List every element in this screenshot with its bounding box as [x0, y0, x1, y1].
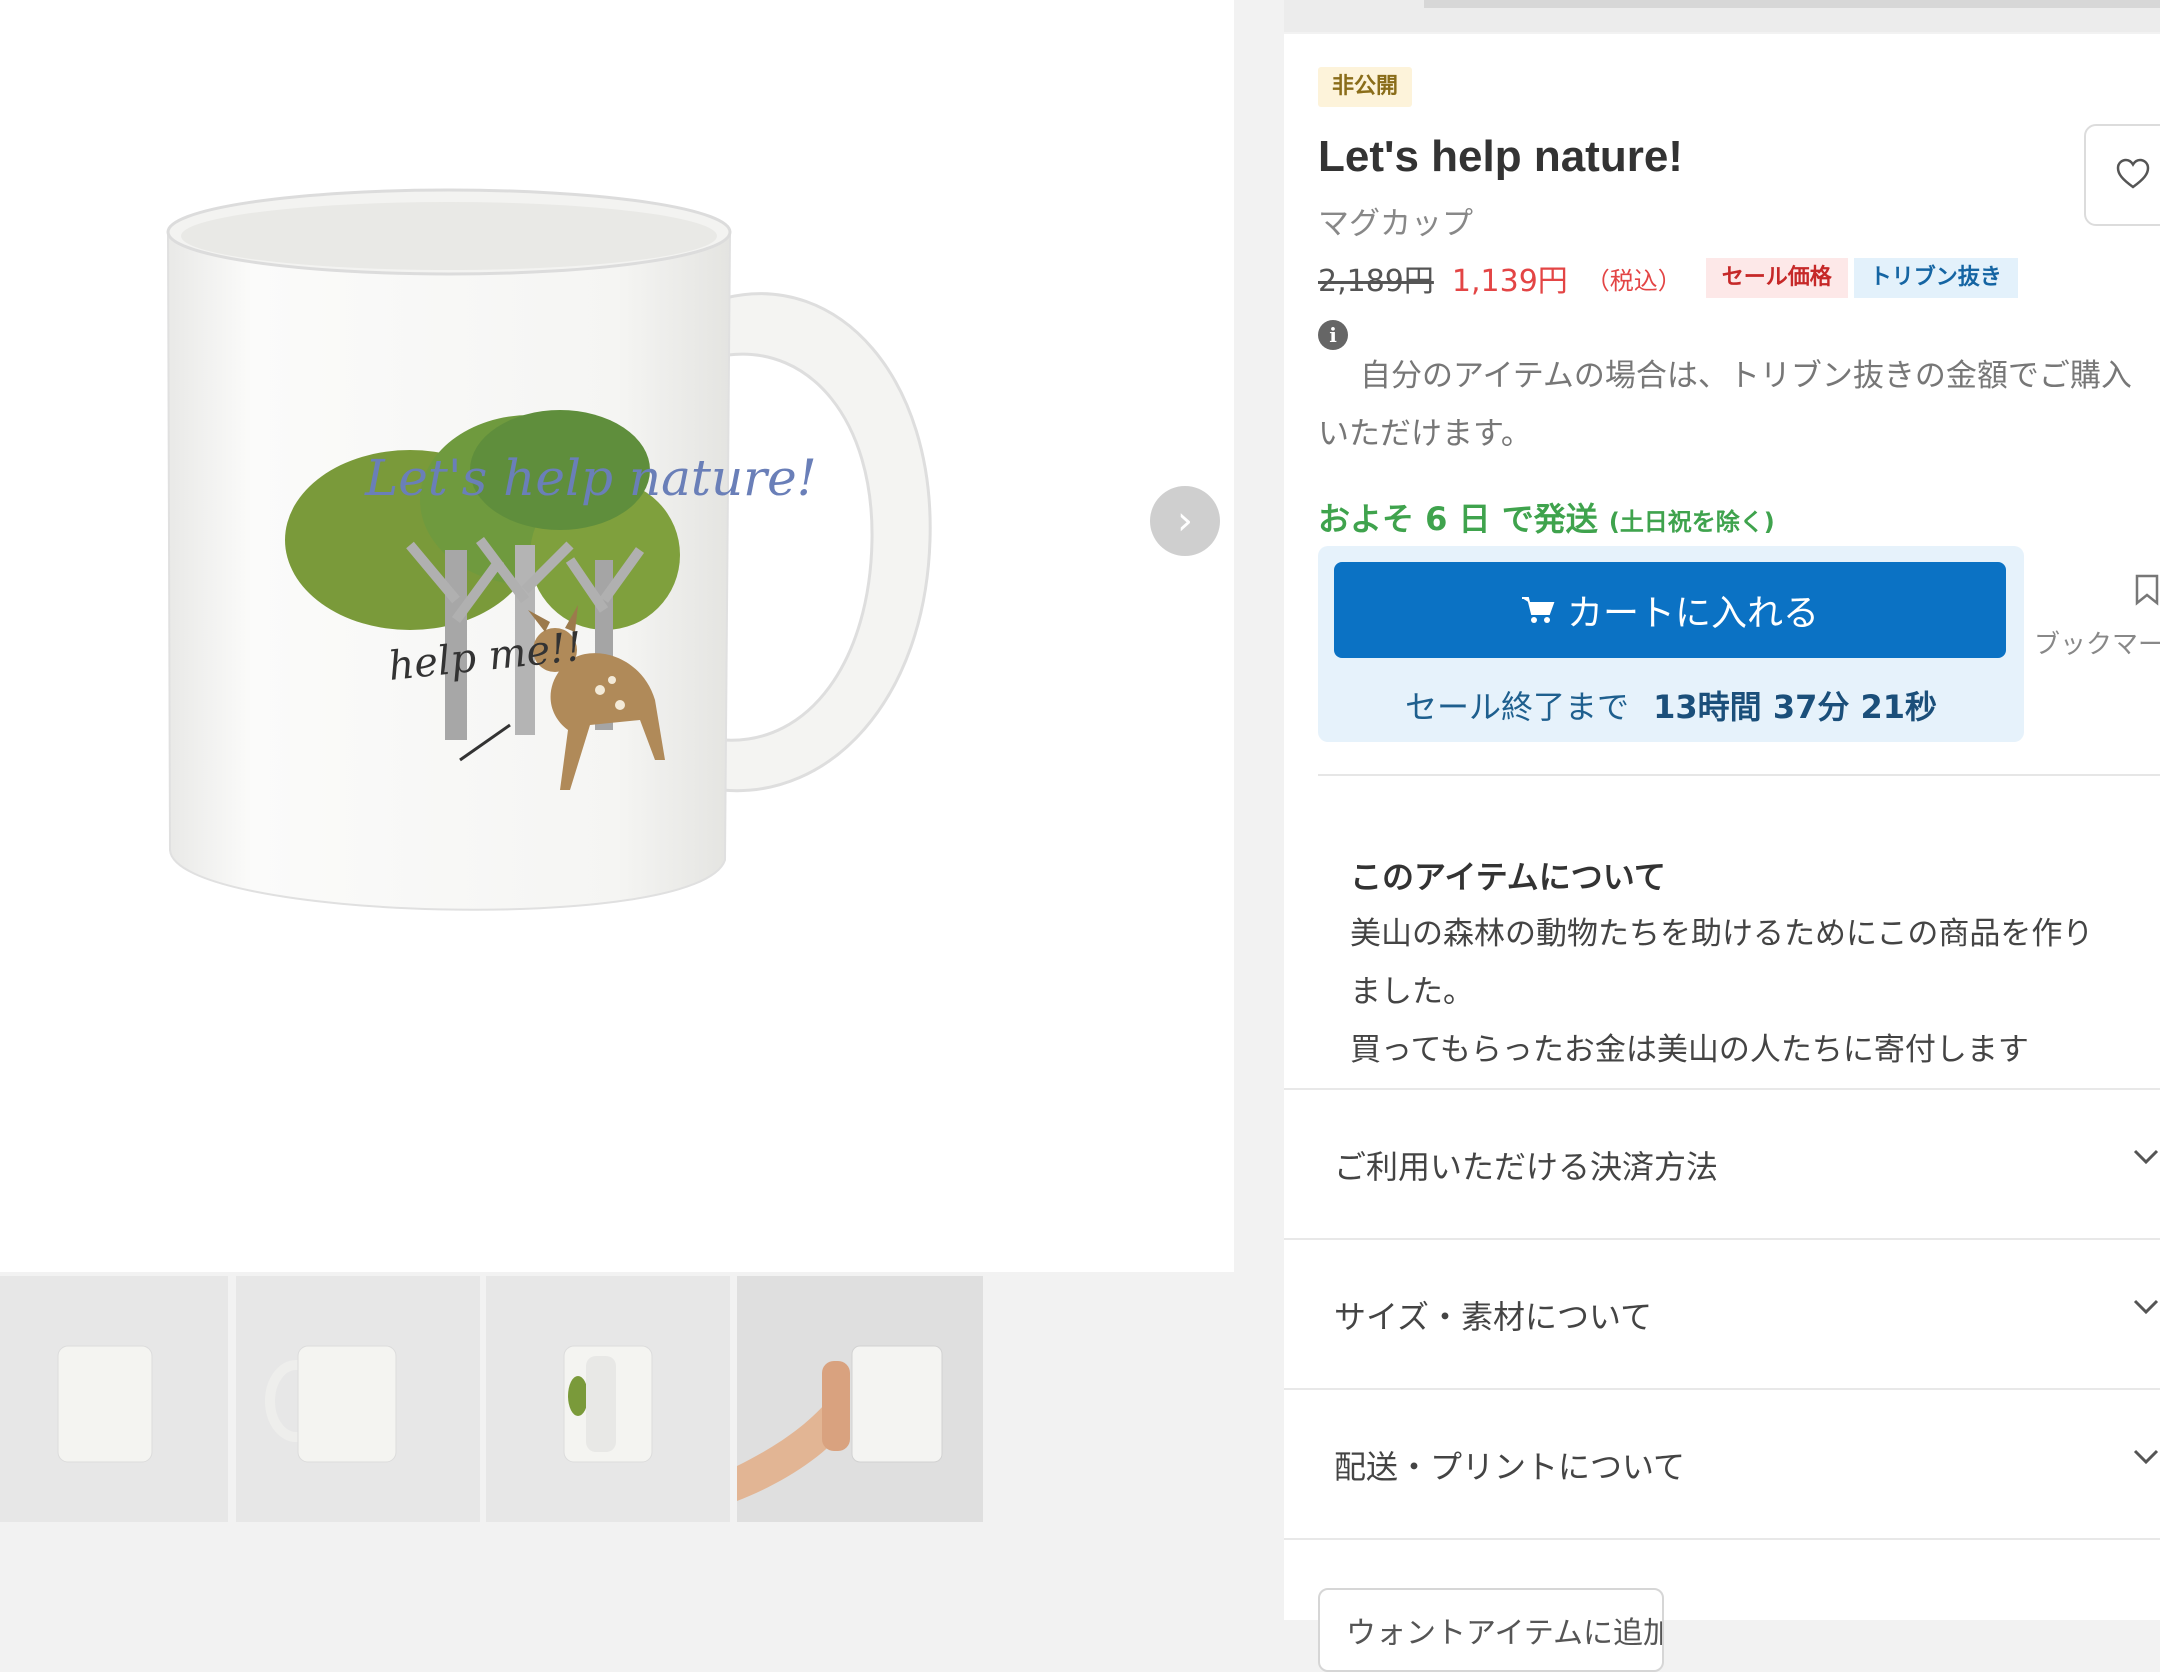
product-info-panel: 非公開 Let's help nature! マグカップ 2,189円 1,13… — [1284, 34, 2160, 1672]
tribun-badge: トリブン抜き — [1853, 258, 2018, 298]
accordion-label: 配送・プリントについて — [1334, 1448, 1686, 1486]
countdown-label: セール終了まで — [1404, 688, 1629, 726]
mug-in-hand-icon — [737, 1276, 983, 1522]
bookmark-label: ブックマーク — [2034, 630, 2160, 660]
add-to-want-list-button[interactable]: ウォントアイテムに追加 — [1318, 1588, 1664, 1672]
about-text-line-1: 美山の森林の動物たちを助けるためにこの商品を作り — [1350, 916, 2094, 952]
bookmark-button[interactable]: ブックマーク — [2034, 568, 2160, 668]
shipping-estimate: およそ 6 日 で発送 (土日祝を除く) — [1318, 494, 1775, 540]
sale-price-badge: セール価格 — [1705, 258, 1848, 298]
shipping-estimate-text: およそ 6 日 で発送 — [1318, 500, 1598, 538]
cart-box: カートに入れる セール終了まで 13時間 37分 21秒 — [1318, 546, 2024, 742]
thumbnail-1[interactable] — [0, 1276, 228, 1522]
countdown-time: 13時間 37分 21秒 — [1653, 688, 1938, 726]
info-text-line-2: いただけます。 — [1318, 416, 1532, 452]
add-to-want-list-label: ウォントアイテムに追加 — [1346, 1616, 1664, 1651]
add-to-cart-button[interactable]: カートに入れる — [1334, 562, 2006, 658]
mug-illustration: Let's help nature! help me!! — [166, 188, 932, 911]
chevron-down-icon — [2133, 1149, 2159, 1165]
accordion-payment-methods[interactable]: ご利用いただける決済方法 — [1284, 1088, 2160, 1238]
heart-icon — [2116, 158, 2150, 189]
sale-countdown: セール終了まで 13時間 37分 21秒 — [1318, 682, 2024, 728]
product-title: Let's help nature! — [1318, 132, 1683, 181]
price-row: 2,189円 1,139円 （税込） セール価格 トリブン抜き — [1318, 256, 2018, 300]
bookmark-icon — [2135, 574, 2159, 606]
about-text-line-2: ました。 — [1350, 974, 1474, 1010]
top-strip-bar — [1424, 0, 2160, 8]
info-text-line-1: 自分のアイテムの場合は、トリブン抜きの金額でご購入 — [1360, 358, 2132, 394]
chevron-down-icon — [2133, 1299, 2159, 1315]
mug-handle-icon — [563, 1345, 653, 1463]
product-category: マグカップ — [1318, 206, 1473, 242]
divider — [1318, 774, 2160, 776]
accordion-label: サイズ・素材について — [1334, 1298, 1653, 1336]
top-strip — [1284, 0, 2160, 32]
cart-icon — [1521, 597, 1555, 623]
accordion-label: ご利用いただける決済方法 — [1334, 1148, 1719, 1186]
info-icon: i — [1318, 320, 1348, 350]
mug-side-icon — [265, 1345, 397, 1463]
private-status-badge: 非公開 — [1318, 67, 1413, 107]
add-to-cart-label: カートに入れる — [1566, 593, 1819, 634]
divider — [1284, 1538, 2160, 1540]
thumbnail-4[interactable] — [737, 1276, 983, 1522]
product-main-image[interactable]: Let's help nature! help me!! › — [0, 0, 1234, 1272]
favorite-button[interactable] — [2084, 124, 2160, 226]
original-price: 2,189円 — [1318, 264, 1434, 299]
about-heading: このアイテムについて — [1350, 858, 1666, 896]
thumbnail-3[interactable] — [486, 1276, 730, 1522]
about-text-line-3: 買ってもらったお金は美山の人たちに寄付します — [1350, 1032, 2029, 1068]
shipping-estimate-note: (土日祝を除く) — [1608, 508, 1775, 536]
mug-front-icon — [57, 1345, 153, 1463]
mug-print-text: Let's help nature! — [364, 449, 817, 507]
next-image-button[interactable]: › — [1150, 486, 1220, 556]
thumbnail-2[interactable] — [236, 1276, 480, 1522]
chevron-down-icon — [2133, 1449, 2159, 1465]
accordion-shipping-print[interactable]: 配送・プリントについて — [1284, 1388, 2160, 1538]
accordion-size-material[interactable]: サイズ・素材について — [1284, 1238, 2160, 1388]
tax-note: （税込） — [1585, 266, 1682, 295]
sale-price: 1,139円 — [1451, 264, 1568, 299]
chevron-right-icon: › — [1177, 498, 1193, 544]
